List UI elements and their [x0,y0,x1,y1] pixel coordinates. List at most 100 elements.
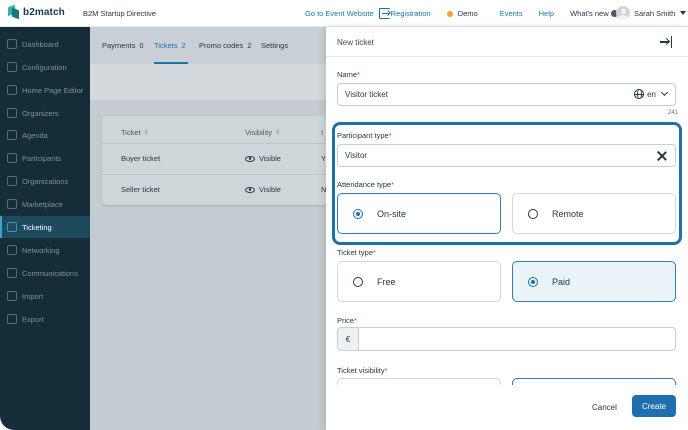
sidebar-item-home-page-editor[interactable]: Home Page Editor [0,79,90,101]
sidebar-item-networking[interactable]: Networking [0,239,90,261]
required-marker: * [354,316,358,325]
option-label: Free [377,276,396,287]
column-header-truncated[interactable]: I [321,128,323,137]
demo-status[interactable]: Demo [446,9,478,18]
label-text: Attendance type [337,180,392,189]
tab-payments[interactable]: Payments 0 [102,41,144,50]
registration-label: Registration [390,9,431,18]
participant-type-select[interactable]: Visitor [337,144,676,167]
ticketing-icon [7,222,17,232]
column-header-visibility[interactable]: Visibility ⇕ [245,128,280,137]
participant-type-value: Visitor [345,151,368,160]
sidebar-item-configuration[interactable]: Configuration [0,56,90,78]
communications-icon [7,268,17,278]
organizers-icon [7,108,17,118]
cancel-button[interactable]: Cancel [592,403,617,412]
language-select[interactable]: en [634,88,669,99]
required-marker: * [384,366,388,375]
tab-label: Settings [261,41,289,50]
name-input[interactable]: Visitor ticket en [337,83,676,106]
logo[interactable]: b2match [8,4,65,20]
sidebar-item-participants[interactable]: Participants [0,147,90,169]
sidebar-item-marketplace[interactable]: Marketplace [0,193,90,215]
tab-count: 2 [181,41,186,50]
sidebar-item-ticketing[interactable]: Ticketing [0,216,90,238]
agenda-icon [7,130,17,140]
sidebar-item-label: Ticketing [22,222,52,232]
demo-status-dot [446,10,453,17]
top-links: Go to Event Website Registration Demo Ev… [305,0,618,27]
option-label: Paid [552,276,571,287]
sidebar-item-label: Communications [22,268,78,278]
marketplace-icon [7,199,17,209]
go-to-event-website-link[interactable]: Go to Event Website [305,9,374,18]
sidebar-item-export[interactable]: Export [0,308,90,330]
required-marker: * [391,180,395,189]
events-link[interactable]: Events [500,9,523,18]
clear-icon[interactable] [657,151,667,161]
tab-settings[interactable]: Settings [261,41,288,50]
sidebar-item-agenda[interactable]: Agenda [0,124,90,146]
ticket-name[interactable]: Buyer ticket [121,154,160,163]
sidebar-item-organizations[interactable]: Organizations [0,170,90,192]
required-marker: * [372,248,376,257]
whats-new-button[interactable]: What's new [570,9,618,18]
option-label: Remote [552,208,584,219]
import-icon [7,291,17,301]
sidebar-item-organizers[interactable]: Organizers [0,102,90,124]
attendance-option-remote[interactable]: Remote [512,193,676,234]
attendance-option-on-site[interactable]: On-site [337,193,501,234]
tab-promo-codes[interactable]: Promo codes 2 [199,41,251,50]
option-label: On-site [377,208,407,219]
sidebar-item-communications[interactable]: Communications [0,262,90,284]
column-label: Visibility [245,128,272,137]
collapse-drawer-icon[interactable] [660,36,672,48]
currency-prefix: € [338,328,359,350]
help-link[interactable]: Help [539,9,554,18]
price-label: Price* [337,316,357,325]
sidebar-item-label: Participants [22,153,62,163]
character-counter: 241 [668,110,679,116]
ticket-type-label: Ticket type* [337,248,376,257]
visibility-cell: Visible [245,185,281,194]
radio-unselected-icon [353,276,363,287]
drawer-header: New ticket [326,27,688,57]
configuration-icon [7,62,17,72]
whats-new-label: What's new [570,9,609,18]
ticket-type-option-paid[interactable]: Paid [512,261,676,302]
sort-icon: ⇕ [143,130,149,136]
tab-tickets[interactable]: Tickets 2 [154,41,186,50]
ticket-name[interactable]: Seller ticket [121,185,160,194]
ticket-visibility-label: Ticket visibility* [337,366,388,375]
eye-icon [245,155,255,162]
create-button[interactable]: Create [632,395,676,417]
avatar [616,6,630,20]
user-menu[interactable]: Sarah Smith [616,6,687,20]
registration-link[interactable]: Registration [378,8,431,19]
chevron-down-icon [660,88,669,97]
drawer-footer: Cancel Create [326,385,688,430]
sign-in-icon [378,8,390,19]
sidebar-item-dashboard[interactable]: Dashboard [0,33,90,55]
sidebar-item-label: Home Page Editor [22,85,84,95]
language-value: en [647,89,656,99]
sidebar-item-label: Configuration [22,62,67,72]
required-marker: * [388,131,392,140]
visibility-label: Visible [259,154,281,163]
dashboard-icon [7,39,17,49]
ticket-type-option-free[interactable]: Free [337,261,501,302]
globe-icon [634,89,645,99]
column-header-ticket[interactable]: Ticket ⇕ [121,128,149,137]
export-icon [7,314,17,324]
sidebar-item-label: Networking [22,245,60,255]
b2match-logo-icon [8,4,19,20]
sidebar: Dashboard Configuration Home Page Editor… [0,27,90,430]
top-bar: b2match B2M Startup Directive Go to Even… [0,0,688,27]
price-input[interactable]: € [337,327,676,351]
tab-label: Tickets [154,41,178,50]
tickets-table: Ticket ⇕ Visibility ⇕ I Buyer ticket Visib… [102,116,326,205]
radio-selected-icon [528,276,538,287]
label-text: Ticket type [337,248,373,257]
sidebar-item-import[interactable]: Import [0,285,90,307]
attendance-type-label: Attendance type* [337,180,394,189]
